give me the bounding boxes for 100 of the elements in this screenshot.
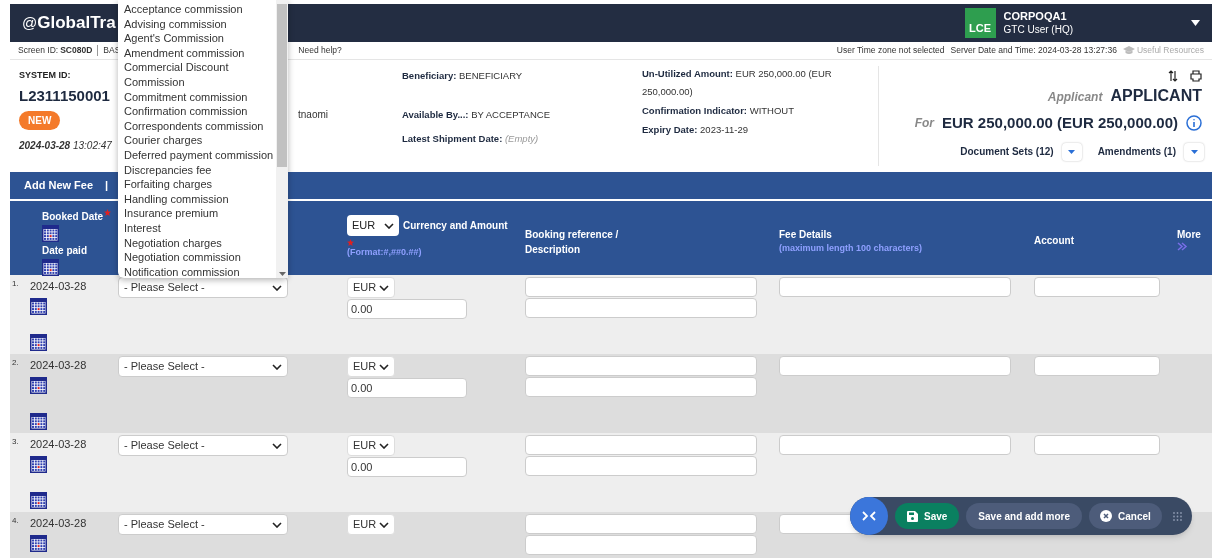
description-field[interactable]	[525, 377, 757, 397]
calendar-icon[interactable]	[30, 455, 47, 473]
section-link[interactable]: Document Sets (12)	[960, 144, 1054, 159]
calendar-icon[interactable]	[30, 333, 47, 351]
fee-type-select[interactable]: - Please Select -	[118, 435, 288, 456]
dropdown-option[interactable]: Negotiation charges	[124, 235, 276, 251]
summary-field: Expiry Date: 2023-11-29	[642, 121, 878, 139]
caret-icon	[379, 442, 389, 449]
booked-date: 2024-03-28	[30, 437, 87, 452]
add-new-fee-button[interactable]: Add New Fee	[24, 177, 94, 194]
calendar-icon[interactable]	[30, 376, 47, 394]
dropdown-button[interactable]	[1061, 142, 1082, 161]
more-link[interactable]: More	[1177, 227, 1201, 242]
save-and-add-more-button[interactable]: Save and add more	[966, 503, 1083, 529]
currency-select[interactable]: EUR	[347, 435, 395, 456]
caret-icon	[384, 222, 394, 229]
fee-type-select[interactable]: - Please Select -	[118, 356, 288, 377]
user-name: CORPOQA1	[1003, 9, 1068, 24]
system-id: L2311150001	[19, 85, 110, 106]
fee-details-field[interactable]	[779, 277, 1011, 297]
account-field[interactable]	[1034, 277, 1160, 297]
dropdown-option[interactable]: Acceptance commission	[124, 2, 276, 17]
amount-field[interactable]: 0.00	[347, 299, 467, 319]
save-button[interactable]: Save	[895, 503, 960, 529]
dropdown-option[interactable]: Agent's Commission	[124, 31, 276, 46]
applicant-name: APPLICANT	[1110, 86, 1202, 106]
dropdown-option[interactable]: Commercial Discount Commission	[124, 60, 276, 90]
dropdown-option[interactable]: Amendment commission	[124, 45, 276, 61]
dropdown-option[interactable]: Forfaiting charges	[124, 177, 276, 192]
column-header: Fee Details	[779, 228, 832, 242]
dropdown-option[interactable]: Notification commission	[124, 264, 276, 280]
currency-select[interactable]: EUR	[347, 215, 399, 236]
info-icon[interactable]	[1186, 115, 1202, 132]
calendar-icon[interactable]	[30, 412, 47, 430]
calendar-icon[interactable]	[30, 534, 47, 552]
sort-icon[interactable]	[1168, 70, 1178, 82]
dropdown-option[interactable]: Handling commission	[124, 191, 276, 207]
row-number: 1.	[11, 278, 20, 290]
dropdown-option[interactable]: Insurance premium	[124, 206, 276, 221]
caret-icon	[272, 284, 282, 291]
summary-field: Available By...: BY ACCEPTANCE	[402, 108, 642, 123]
dropdown-option[interactable]: Courier charges	[124, 133, 276, 148]
required-icon	[347, 239, 354, 246]
user-avatar: LCE	[964, 8, 996, 38]
column-header: Date paid	[42, 244, 87, 258]
calendar-icon[interactable]	[30, 491, 47, 509]
caret-icon	[272, 442, 282, 449]
currency-select[interactable]: EUR	[347, 277, 395, 298]
fee-details-hint: (maximum length 100 characters)	[779, 242, 923, 255]
dropdown-button[interactable]	[1184, 142, 1204, 161]
drag-handle-icon[interactable]	[1173, 511, 1182, 521]
help-link[interactable]: Need help?	[298, 44, 342, 57]
dropdown-option[interactable]: Advising commission	[124, 16, 276, 32]
booking-reference-field[interactable]	[525, 514, 757, 534]
column-header: Booked Date	[42, 210, 104, 224]
booked-date: 2024-03-28	[30, 516, 87, 531]
currency-select[interactable]: EUR	[347, 514, 395, 535]
fee-type-select[interactable]: - Please Select -	[118, 277, 288, 298]
dropdown-option[interactable]: Discrepancies fee	[124, 162, 276, 178]
format-hint: (Format:#,##0.##)	[347, 246, 422, 259]
caret-icon	[379, 284, 389, 291]
user-role: GTC User (HQ)	[1003, 23, 1073, 37]
dropdown-option[interactable]: Interest	[124, 220, 276, 236]
collapse-button[interactable]	[850, 497, 888, 535]
booking-reference-field[interactable]	[525, 435, 757, 455]
dropdown-option[interactable]: Commitment commission	[124, 89, 276, 105]
row-number: 3.	[11, 436, 20, 448]
column-header: Booking reference / Description	[525, 228, 620, 257]
amount-field[interactable]: 0.00	[347, 457, 467, 477]
currency-select[interactable]: EUR	[347, 356, 395, 377]
booking-reference-field[interactable]	[525, 277, 757, 297]
caret-icon	[379, 363, 389, 370]
fee-details-field[interactable]	[779, 356, 1011, 376]
total-amount: EUR 250,000.00 (EUR 250,000.00)	[942, 113, 1178, 133]
summary-field: Confirmation Indicator: WITHOUT	[642, 102, 878, 120]
print-icon[interactable]	[1190, 70, 1202, 82]
scrollbar-thumb[interactable]	[277, 4, 287, 167]
dropdown-option[interactable]: Deferred payment commission	[124, 147, 276, 163]
fee-type-select[interactable]: - Please Select -	[118, 514, 288, 535]
close-icon	[1100, 510, 1113, 522]
calendar-icon[interactable]	[42, 225, 59, 242]
calendar-icon[interactable]	[42, 259, 59, 276]
fee-details-field[interactable]	[779, 435, 1011, 455]
caret-icon[interactable]	[1191, 20, 1200, 26]
account-field[interactable]	[1034, 356, 1160, 376]
calendar-icon[interactable]	[30, 297, 47, 315]
description-field[interactable]	[525, 456, 757, 476]
description-field[interactable]	[525, 298, 757, 318]
description-field[interactable]	[525, 535, 757, 555]
booking-reference-field[interactable]	[525, 356, 757, 376]
dropdown-option[interactable]: Correspondents commission	[124, 118, 276, 134]
caret-icon	[272, 363, 282, 370]
dropdown-option[interactable]: Confirmation commission	[124, 104, 276, 119]
account-field[interactable]	[1034, 435, 1160, 455]
amount-field[interactable]: 0.00	[347, 378, 467, 398]
booked-date: 2024-03-28	[30, 279, 87, 294]
screen-id: SC080D	[60, 44, 93, 57]
dropdown-option[interactable]: Negotiation commission	[124, 250, 276, 265]
cancel-button[interactable]: Cancel	[1089, 503, 1162, 529]
section-link[interactable]: Amendments (1)	[1097, 144, 1176, 159]
